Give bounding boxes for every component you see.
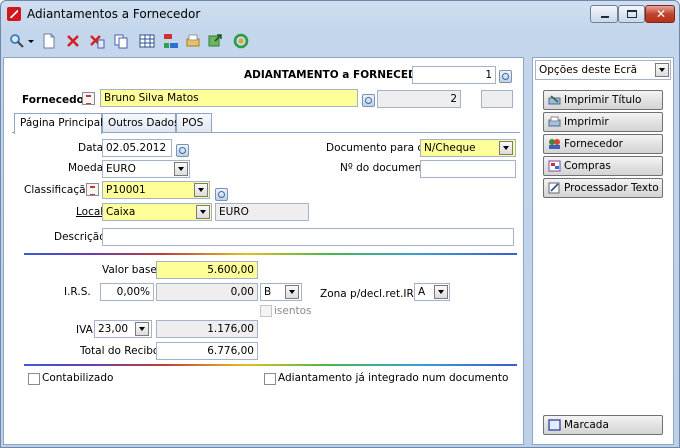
description-label: Descrição bbox=[54, 231, 106, 243]
title-bar: Adiantamentos a Fornecedor ✕ bbox=[1, 1, 679, 29]
base-value-field[interactable]: 5.600,00 bbox=[156, 261, 258, 279]
purchases-label: Compras bbox=[564, 160, 611, 172]
date-field[interactable]: 02.05.2012 bbox=[102, 139, 172, 157]
exempt-checkbox[interactable] bbox=[260, 305, 272, 317]
text-processor-button[interactable]: Processador Texto bbox=[543, 178, 663, 198]
window-title: Adiantamentos a Fornecedor bbox=[27, 7, 201, 21]
integrated-label: Adiantamento já integrado num documento bbox=[278, 372, 509, 384]
supplier-name-field[interactable]: Bruno Silva Matos bbox=[100, 89, 358, 107]
options-sidebar: Opções deste Ecrã Imprimir Título Imprim… bbox=[532, 57, 674, 445]
refresh-icon[interactable] bbox=[233, 33, 249, 49]
text-editor-icon bbox=[548, 182, 560, 194]
print-label: Imprimir bbox=[564, 116, 609, 128]
currency-label: Moeda bbox=[68, 162, 104, 174]
exempt-label: isentos bbox=[274, 305, 312, 317]
supplier-button[interactable]: Fornecedor bbox=[543, 134, 663, 154]
maximize-button[interactable] bbox=[618, 5, 645, 23]
delete-icon[interactable] bbox=[65, 33, 81, 49]
search-dropdown-icon[interactable] bbox=[27, 33, 35, 49]
classification-dropdown-icon[interactable] bbox=[194, 183, 208, 197]
supplier-code-field: 2 bbox=[377, 90, 461, 108]
app-icon bbox=[7, 7, 21, 21]
form-panel: ADIANTAMENTO a FORNECEDOR nº 1 Fornecedo… bbox=[3, 57, 524, 445]
main-window: Adiantamentos a Fornecedor ✕ ADIANTAMENT… bbox=[0, 0, 680, 448]
accounted-label: Contabilizado bbox=[42, 372, 114, 384]
export-icon[interactable] bbox=[207, 33, 223, 49]
maximize-icon bbox=[627, 10, 637, 18]
print-button[interactable]: Imprimir bbox=[543, 112, 663, 132]
close-icon: ✕ bbox=[656, 7, 667, 21]
section-divider-top bbox=[24, 253, 517, 255]
text-processor-label: Processador Texto bbox=[564, 182, 659, 194]
purchases-button[interactable]: Compras bbox=[543, 156, 663, 176]
supplier-extra-field bbox=[481, 90, 513, 108]
print-title-button[interactable]: Imprimir Título bbox=[543, 90, 663, 110]
cancel-document-icon[interactable] bbox=[89, 33, 105, 49]
structure-icon[interactable] bbox=[163, 33, 179, 49]
irs-percent-field[interactable]: 0,00% bbox=[100, 283, 154, 301]
supplier-label: Fornecedor bbox=[22, 94, 89, 106]
copy-icon[interactable] bbox=[113, 33, 129, 49]
section-divider-bottom bbox=[24, 364, 517, 366]
doc-number-field[interactable] bbox=[420, 160, 516, 178]
print-title-label: Imprimir Título bbox=[564, 94, 642, 106]
currency-dropdown-icon[interactable] bbox=[174, 162, 188, 176]
irs-type-dropdown-icon[interactable] bbox=[285, 285, 299, 299]
iva-label: IVA bbox=[76, 324, 93, 336]
local-label: Local bbox=[76, 206, 104, 218]
purchases-icon bbox=[548, 160, 561, 172]
minimize-icon bbox=[601, 16, 609, 18]
integrated-checkbox[interactable] bbox=[264, 373, 276, 385]
doc-number-label: Nº do documento bbox=[340, 162, 432, 174]
close-button[interactable]: ✕ bbox=[645, 5, 675, 23]
toolbar bbox=[3, 29, 679, 53]
search-icon[interactable] bbox=[9, 33, 25, 49]
total-label: Total do Recibo bbox=[80, 345, 160, 357]
local-currency-field: EURO bbox=[215, 203, 309, 221]
printer-icon bbox=[548, 116, 561, 127]
classification-lookup-icon[interactable] bbox=[215, 188, 228, 201]
print-preview-icon[interactable] bbox=[185, 33, 201, 49]
print-title-icon bbox=[548, 95, 561, 105]
classification-list-icon[interactable] bbox=[86, 183, 99, 196]
supplier-people-icon bbox=[549, 139, 560, 149]
tab-main-page[interactable]: Página Principal bbox=[14, 113, 103, 134]
base-value-label: Valor base bbox=[102, 264, 157, 276]
marked-icon bbox=[548, 419, 561, 431]
date-picker-icon[interactable] bbox=[176, 144, 189, 157]
classification-label: Classificação bbox=[24, 184, 92, 196]
marked-button[interactable]: Marcada bbox=[543, 415, 663, 435]
supplier-list-icon[interactable] bbox=[82, 92, 95, 105]
minimize-button[interactable] bbox=[590, 5, 618, 23]
document-number-field[interactable]: 1 bbox=[412, 66, 496, 84]
date-label: Data bbox=[78, 142, 104, 154]
screen-options-label: Opções deste Ecrã bbox=[539, 64, 638, 76]
description-field[interactable] bbox=[102, 228, 514, 246]
irs-zone-label: Zona p/decl.ret.IRS bbox=[320, 288, 421, 300]
screen-options-select[interactable]: Opções deste Ecrã bbox=[535, 60, 671, 80]
local-dropdown-icon[interactable] bbox=[196, 205, 210, 219]
new-document-icon[interactable] bbox=[41, 33, 57, 49]
irs-label: I.R.S. bbox=[64, 286, 91, 298]
marked-label: Marcada bbox=[564, 419, 609, 431]
total-field: 6.776,00 bbox=[156, 342, 258, 360]
iva-dropdown-icon[interactable] bbox=[135, 322, 149, 336]
document-number-lookup-icon[interactable] bbox=[499, 70, 512, 83]
doc-for-cc-dropdown-icon[interactable] bbox=[499, 141, 513, 155]
irs-zone-dropdown-icon[interactable] bbox=[434, 285, 448, 299]
supplier-button-label: Fornecedor bbox=[564, 138, 623, 150]
tab-pos[interactable]: POS bbox=[176, 113, 212, 133]
accounted-checkbox[interactable] bbox=[28, 373, 40, 385]
grid-icon[interactable] bbox=[139, 33, 155, 49]
screen-options-dropdown-icon[interactable] bbox=[655, 63, 669, 77]
doc-for-cc-label: Documento para c/c bbox=[326, 142, 433, 154]
irs-value-field: 0,00 bbox=[156, 283, 258, 301]
tab-other-data[interactable]: Outros Dados bbox=[102, 113, 179, 133]
supplier-lookup-icon[interactable] bbox=[362, 94, 375, 107]
iva-value-field: 1.176,00 bbox=[156, 320, 258, 338]
